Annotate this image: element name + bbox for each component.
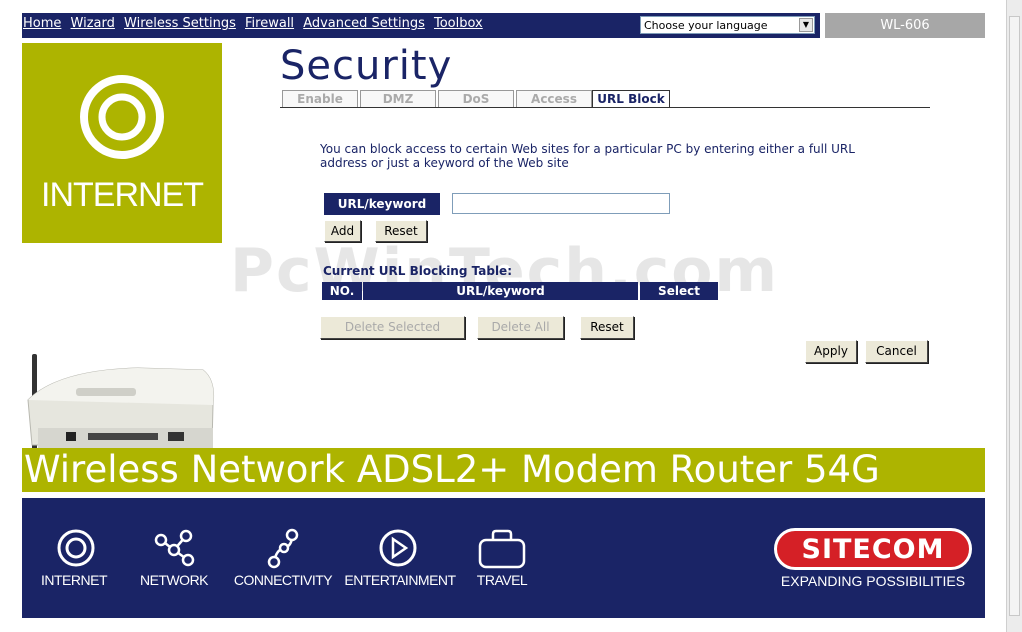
tab-underline xyxy=(280,107,930,108)
tab-access[interactable]: Access xyxy=(516,90,592,107)
blocking-table-title: Current URL Blocking Table: xyxy=(323,264,512,278)
footer-label-internet: INTERNET xyxy=(41,572,108,588)
nav-link-home[interactable]: Home xyxy=(23,16,61,31)
tab-enable[interactable]: Enable xyxy=(282,90,358,107)
travel-case-icon xyxy=(478,529,526,569)
url-block-description: You can block access to certain Web site… xyxy=(320,142,855,170)
product-banner-text: Wireless Network ADSL2+ Modem Router 54G xyxy=(24,448,880,491)
column-header-url-keyword: URL/keyword xyxy=(363,282,638,300)
router-image xyxy=(27,354,214,450)
play-icon xyxy=(379,529,417,567)
nav-link-toolbox[interactable]: Toolbox xyxy=(434,16,483,31)
sitecom-logo: SITECOM xyxy=(774,528,972,570)
footer-label-network: NETWORK xyxy=(139,572,209,588)
add-button[interactable]: Add xyxy=(324,220,361,242)
page-title: Security xyxy=(280,43,453,89)
connectivity-icon xyxy=(267,528,299,569)
column-header-select: Select xyxy=(640,282,718,300)
delete-all-button[interactable]: Delete All xyxy=(477,316,564,339)
internet-circle-icon xyxy=(80,75,164,159)
apply-button[interactable]: Apply xyxy=(805,340,857,363)
internet-tile: INTERNET xyxy=(22,43,222,243)
footer-label-entertainment: ENTERTAINMENT xyxy=(344,572,456,588)
tab-bar: Enable DMZ DoS Access URL Block xyxy=(280,90,930,108)
tab-dmz[interactable]: DMZ xyxy=(360,90,436,107)
internet-icon xyxy=(57,529,95,567)
language-select[interactable]: Choose your language ▼ xyxy=(640,16,815,34)
footer-label-travel: TRAVEL xyxy=(476,572,528,588)
tab-url-block[interactable]: URL Block xyxy=(592,90,670,108)
top-nav-bar: Home Wizard Wireless Settings Firewall A… xyxy=(22,13,820,38)
column-header-no: NO. xyxy=(322,282,362,300)
chevron-down-icon[interactable]: ▼ xyxy=(799,18,813,32)
cancel-button[interactable]: Cancel xyxy=(865,340,928,363)
network-icon xyxy=(154,529,195,567)
tab-dos[interactable]: DoS xyxy=(438,90,514,107)
url-keyword-input[interactable] xyxy=(452,193,670,214)
delete-selected-button[interactable]: Delete Selected xyxy=(320,316,465,339)
footer: INTERNET NETWORK CONNECTIVITY ENTERTAINM… xyxy=(22,498,985,618)
reset-input-button[interactable]: Reset xyxy=(375,220,427,242)
footer-label-connectivity: CONNECTIVITY xyxy=(233,572,333,588)
nav-links: Home Wizard Wireless Settings Firewall A… xyxy=(23,16,488,31)
language-select-value: Choose your language xyxy=(644,19,768,32)
nav-link-wireless-settings[interactable]: Wireless Settings xyxy=(124,16,236,31)
scrollbar-thumb[interactable] xyxy=(1009,16,1020,616)
vertical-scrollbar[interactable] xyxy=(1006,0,1022,632)
url-keyword-label: URL/keyword xyxy=(324,193,440,215)
product-banner: Wireless Network ADSL2+ Modem Router 54G xyxy=(22,448,985,492)
reset-table-button[interactable]: Reset xyxy=(580,316,634,339)
brand-slogan: EXPANDING POSSIBILITIES xyxy=(780,573,966,589)
nav-link-firewall[interactable]: Firewall xyxy=(245,16,294,31)
sitecom-logo-text: SITECOM xyxy=(801,534,945,565)
nav-link-advanced-settings[interactable]: Advanced Settings xyxy=(303,16,425,31)
nav-link-wizard[interactable]: Wizard xyxy=(71,16,115,31)
internet-tile-label: INTERNET xyxy=(41,176,204,214)
model-badge: WL-606 xyxy=(825,13,985,38)
